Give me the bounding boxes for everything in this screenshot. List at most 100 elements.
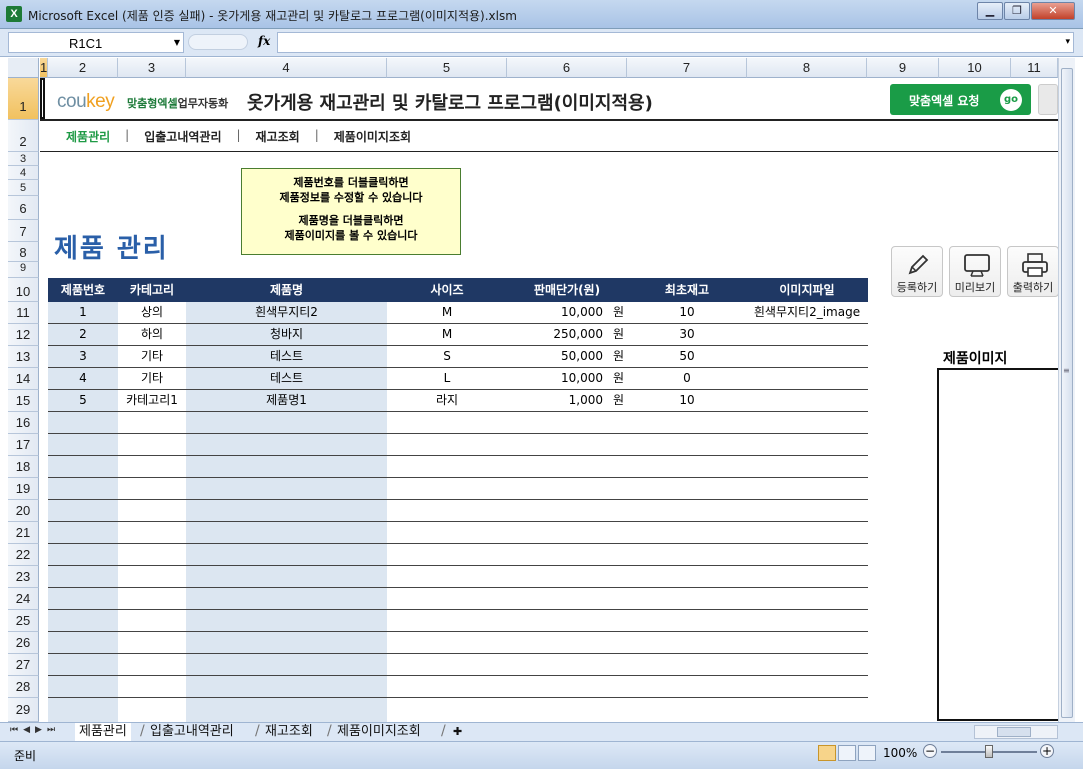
page-layout-view-icon[interactable]: [838, 745, 856, 761]
row-header[interactable]: 12: [8, 324, 39, 346]
print-button[interactable]: 출력하기: [1007, 246, 1058, 297]
nav-product-image-inquiry[interactable]: 제품이미지조회: [334, 128, 411, 145]
custom-excel-request-button[interactable]: 맞춤엑셀 요청 go: [890, 84, 1031, 115]
column-header[interactable]: 5: [387, 58, 507, 78]
table-row[interactable]: [48, 522, 868, 544]
name-box[interactable]: R1C1 ▼: [8, 32, 184, 53]
column-header[interactable]: 11: [1011, 58, 1058, 78]
row-header[interactable]: 18: [8, 456, 39, 478]
column-header[interactable]: 6: [507, 58, 627, 78]
close-button[interactable]: ✕: [1031, 2, 1075, 20]
grip-icon: ≡: [1063, 366, 1070, 375]
row-header[interactable]: 19: [8, 478, 39, 500]
row-header[interactable]: 9: [8, 262, 39, 278]
menu-nav: 제품관리 | 입출고내역관리 | 재고조회 | 제품이미지조회: [66, 128, 412, 145]
instruction-note: 제품번호를 더블클릭하면 제품정보를 수정할 수 있습니다 제품명을 더블클릭하…: [241, 168, 461, 255]
table-row[interactable]: [48, 544, 868, 566]
zoom-level[interactable]: 100%: [883, 746, 917, 760]
column-header[interactable]: 8: [747, 58, 867, 78]
row-header[interactable]: 2: [8, 120, 39, 152]
table-row[interactable]: 1 상의 흰색무지티2 M 10,000 원 10 흰색무지티2_image: [48, 302, 868, 324]
insert-function-icon[interactable]: fx: [258, 34, 270, 48]
row-header[interactable]: 6: [8, 196, 39, 220]
sheet-tab[interactable]: 입출고내역관리: [146, 723, 238, 741]
nav-inout-history[interactable]: 입출고내역관리: [144, 128, 221, 145]
table-row[interactable]: [48, 632, 868, 654]
table-row[interactable]: [48, 456, 868, 478]
active-cell[interactable]: [40, 78, 45, 119]
insert-sheet-icon[interactable]: ✚: [449, 723, 466, 741]
row-header[interactable]: 28: [8, 676, 39, 698]
row-header[interactable]: 29: [8, 698, 39, 722]
table-row[interactable]: [48, 434, 868, 456]
row-header[interactable]: 8: [8, 242, 39, 262]
excel-icon: X: [6, 6, 22, 22]
row-header[interactable]: 13: [8, 346, 39, 368]
row-header[interactable]: 27: [8, 654, 39, 676]
row-header[interactable]: 4: [8, 166, 39, 180]
partial-button[interactable]: [1038, 84, 1058, 115]
table-row[interactable]: [48, 676, 868, 698]
row-header[interactable]: 11: [8, 302, 39, 324]
vertical-scrollbar[interactable]: ≡: [1058, 58, 1075, 722]
column-header[interactable]: 2: [48, 58, 118, 78]
table-row[interactable]: [48, 500, 868, 522]
tab-navigation-arrows[interactable]: ⏮◀▶⏭: [10, 725, 60, 735]
page-break-view-icon[interactable]: [858, 745, 876, 761]
register-button[interactable]: 등록하기: [891, 246, 943, 297]
row-header[interactable]: 25: [8, 610, 39, 632]
row-header[interactable]: 15: [8, 390, 39, 412]
zoom-slider-knob[interactable]: [985, 745, 993, 758]
sheet-tab[interactable]: 제품이미지조회: [333, 723, 425, 741]
zoom-out-icon[interactable]: −: [923, 744, 937, 758]
table-row[interactable]: [48, 566, 868, 588]
formula-input[interactable]: ▾: [277, 32, 1074, 53]
horizontal-scrollbar[interactable]: [974, 725, 1058, 739]
table-row[interactable]: [48, 610, 868, 632]
row-header[interactable]: 10: [8, 278, 39, 302]
column-header[interactable]: 7: [627, 58, 747, 78]
scroll-thumb[interactable]: [1061, 68, 1073, 718]
row-header[interactable]: 26: [8, 632, 39, 654]
table-row[interactable]: [48, 654, 868, 676]
row-header[interactable]: 16: [8, 412, 39, 434]
normal-view-icon[interactable]: [818, 745, 836, 761]
row-header[interactable]: 21: [8, 522, 39, 544]
row-header[interactable]: 23: [8, 566, 39, 588]
row-header[interactable]: 20: [8, 500, 39, 522]
table-row[interactable]: 2 하의 청바지 M 250,000 원 30: [48, 324, 868, 346]
zoom-in-icon[interactable]: +: [1040, 744, 1054, 758]
chevron-down-icon[interactable]: ▼: [174, 38, 180, 47]
maximize-button[interactable]: ❐: [1004, 2, 1030, 20]
worksheet[interactable]: coukey 맞춤형엑셀업무자동화 옷가게용 재고관리 및 카탈로그 프로그램(…: [40, 78, 1058, 722]
table-row[interactable]: [48, 588, 868, 610]
scroll-thumb[interactable]: [997, 727, 1031, 737]
minimize-button[interactable]: ▁: [977, 2, 1003, 20]
row-header[interactable]: 7: [8, 220, 39, 242]
row-header[interactable]: 17: [8, 434, 39, 456]
column-header[interactable]: 4: [186, 58, 387, 78]
select-all-corner[interactable]: [8, 58, 39, 78]
table-row[interactable]: [48, 478, 868, 500]
column-header[interactable]: 1: [40, 58, 48, 78]
table-row[interactable]: 4 기타 테스트 L 10,000 원 0: [48, 368, 868, 390]
row-header[interactable]: 1: [8, 78, 39, 120]
nav-product-management[interactable]: 제품관리: [66, 128, 110, 145]
table-row[interactable]: 3 기타 테스트 S 50,000 원 50: [48, 346, 868, 368]
row-header[interactable]: 3: [8, 152, 39, 166]
row-header[interactable]: 24: [8, 588, 39, 610]
table-row[interactable]: [48, 412, 868, 434]
column-header[interactable]: 3: [118, 58, 186, 78]
preview-button[interactable]: 미리보기: [949, 246, 1001, 297]
nav-stock-inquiry[interactable]: 재고조회: [256, 128, 300, 145]
expand-formula-icon[interactable]: ▾: [1065, 37, 1070, 47]
column-header[interactable]: 9: [867, 58, 939, 78]
row-header[interactable]: 14: [8, 368, 39, 390]
row-header[interactable]: 22: [8, 544, 39, 566]
table-row[interactable]: 5 카테고리1 제품명1 라지 1,000 원 10: [48, 390, 868, 412]
column-header[interactable]: 10: [939, 58, 1011, 78]
sheet-tab[interactable]: 제품관리: [75, 723, 131, 741]
row-header[interactable]: 5: [8, 180, 39, 196]
sheet-tab[interactable]: 재고조회: [261, 723, 317, 741]
pencil-icon: [908, 254, 929, 275]
